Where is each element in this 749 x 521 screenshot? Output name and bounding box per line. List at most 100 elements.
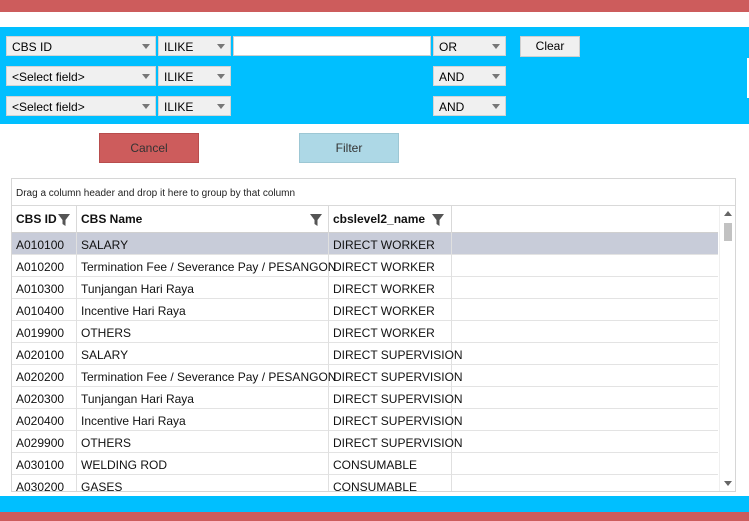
group-by-panel[interactable]: Drag a column header and drop it here to… — [12, 179, 735, 206]
table-cell: A010400 — [12, 299, 77, 321]
table-cell-text: A020400 — [16, 414, 65, 428]
table-cell-text: A010200 — [16, 260, 65, 274]
column-header-cbs-name[interactable]: CBS Name — [77, 206, 329, 233]
table-cell: Termination Fee / Severance Pay / PESANG… — [77, 255, 336, 277]
table-cell-text: A010300 — [16, 282, 65, 296]
logic-select-2-value: AND — [439, 70, 465, 84]
table-cell: Tunjangan Hari Raya — [77, 387, 329, 409]
chevron-down-icon — [142, 74, 150, 79]
table-cell-text: A020100 — [16, 348, 65, 362]
table-cell-text: A020200 — [16, 370, 65, 384]
clear-button[interactable]: Clear — [520, 36, 580, 57]
operator-select-3-value: ILIKE — [164, 100, 194, 114]
table-cell-text: OTHERS — [81, 436, 132, 450]
table-row[interactable]: A010400 Incentive Hari Raya DIRECT WORKER — [12, 299, 718, 321]
table-cell: A019900 — [12, 321, 77, 343]
scroll-thumb[interactable] — [724, 223, 732, 241]
operator-select-1[interactable]: ILIKE — [158, 36, 231, 56]
table-cell-text: A030100 — [16, 458, 65, 472]
grid-header-row: CBS ID CBS Name cbslevel2_name — [12, 206, 718, 233]
column-header-cbs-id[interactable]: CBS ID — [12, 206, 77, 233]
table-cell: A020100 — [12, 343, 77, 365]
operator-select-2[interactable]: ILIKE — [158, 66, 231, 86]
table-cell-text: CONSUMABLE — [333, 458, 418, 472]
table-cell: DIRECT SUPERVISION — [329, 409, 463, 431]
table-cell-text: A019900 — [16, 326, 65, 340]
filter-button[interactable]: Filter — [299, 133, 399, 163]
table-cell: DIRECT SUPERVISION — [329, 365, 463, 387]
funnel-icon[interactable] — [310, 214, 322, 226]
logic-select-2[interactable]: AND — [433, 66, 506, 86]
table-cell-text: OTHERS — [81, 326, 132, 340]
table-cell-text: Tunjangan Hari Raya — [81, 282, 194, 296]
table-row[interactable]: A010200 Termination Fee / Severance Pay /… — [12, 255, 718, 277]
table-cell: Incentive Hari Raya — [77, 409, 329, 431]
table-cell-text: DIRECT SUPERVISION — [333, 436, 463, 450]
table-row[interactable]: A020400 Incentive Hari Raya DIRECT SUPERVI… — [12, 409, 718, 431]
logic-select-1[interactable]: OR — [433, 36, 506, 56]
table-row[interactable]: A020200 Termination Fee / Severance Pay /… — [12, 365, 718, 387]
table-cell: SALARY — [77, 343, 329, 365]
table-row[interactable]: A029900 OTHERS DIRECT SUPERVISION — [12, 431, 718, 453]
table-row[interactable]: A010100 SALARY DIRECT WORKER — [12, 233, 718, 255]
chevron-down-icon — [217, 74, 225, 79]
table-cell-text: A030200 — [16, 480, 65, 492]
operator-select-1-value: ILIKE — [164, 40, 194, 54]
table-cell: DIRECT WORKER — [329, 321, 452, 343]
table-cell-text: DIRECT WORKER — [333, 282, 435, 296]
table-cell-text: Termination Fee / Severance Pay / PESANG… — [81, 370, 337, 384]
table-cell-text: CONSUMABLE — [333, 480, 418, 492]
table-cell: DIRECT WORKER — [329, 255, 452, 277]
cancel-button[interactable]: Cancel — [99, 133, 199, 163]
chevron-down-icon — [492, 74, 500, 79]
scroll-up-arrow-icon[interactable] — [724, 211, 732, 216]
chevron-down-icon — [217, 44, 225, 49]
field-select-2-value: <Select field> — [12, 70, 85, 84]
table-row[interactable]: A019900 OTHERS DIRECT WORKER — [12, 321, 718, 343]
table-cell: DIRECT SUPERVISION — [329, 387, 463, 409]
table-cell: A029900 — [12, 431, 77, 453]
table-cell-text: GASES — [81, 480, 123, 492]
table-cell-text: DIRECT WORKER — [333, 260, 435, 274]
table-cell-text: DIRECT SUPERVISION — [333, 348, 463, 362]
table-cell-text: SALARY — [81, 348, 129, 362]
table-cell-text: DIRECT SUPERVISION — [333, 392, 463, 406]
group-by-hint: Drag a column header and drop it here to… — [16, 188, 296, 199]
column-header-cbslevel2-name[interactable]: cbslevel2_name — [329, 206, 452, 233]
table-cell: CONSUMABLE — [329, 475, 452, 492]
table-row[interactable]: A030200 GASES CONSUMABLE — [12, 475, 718, 492]
table-cell-text: WELDING ROD — [81, 458, 168, 472]
table-cell: Termination Fee / Severance Pay / PESANG… — [77, 365, 336, 387]
table-row[interactable]: A030100 WELDING ROD CONSUMABLE — [12, 453, 718, 475]
table-cell: A010200 — [12, 255, 77, 277]
funnel-icon[interactable] — [432, 214, 444, 226]
scroll-down-arrow-icon[interactable] — [724, 481, 732, 486]
field-select-2[interactable]: <Select field> — [6, 66, 156, 86]
chevron-down-icon — [142, 44, 150, 49]
table-cell: DIRECT SUPERVISION — [329, 431, 463, 453]
field-select-1[interactable]: CBS ID — [6, 36, 156, 56]
logic-select-3[interactable]: AND — [433, 96, 506, 116]
table-cell-text: DIRECT WORKER — [333, 304, 435, 318]
grid-body: A010100 SALARY DIRECT WORKER A010200 Termina… — [12, 233, 718, 492]
top-accent-bar — [0, 0, 749, 12]
filter-value-input-1[interactable] — [233, 36, 431, 56]
logic-select-3-value: AND — [439, 100, 465, 114]
table-cell: DIRECT WORKER — [329, 299, 452, 321]
table-cell: A030100 — [12, 453, 77, 475]
chevron-down-icon — [217, 104, 225, 109]
table-cell: DIRECT WORKER — [329, 277, 452, 299]
table-cell: OTHERS — [77, 431, 329, 453]
field-select-3[interactable]: <Select field> — [6, 96, 156, 116]
table-cell: A010300 — [12, 277, 77, 299]
table-cell: DIRECT WORKER — [329, 233, 452, 255]
vertical-scrollbar[interactable] — [719, 206, 735, 491]
table-cell-text: SALARY — [81, 238, 129, 252]
funnel-icon[interactable] — [58, 214, 70, 226]
table-row[interactable]: A020300 Tunjangan Hari Raya DIRECT SUPERVI… — [12, 387, 718, 409]
table-row[interactable]: A010300 Tunjangan Hari Raya DIRECT WORKER — [12, 277, 718, 299]
operator-select-3[interactable]: ILIKE — [158, 96, 231, 116]
chevron-down-icon — [142, 104, 150, 109]
table-cell: DIRECT SUPERVISION — [329, 343, 463, 365]
table-row[interactable]: A020100 SALARY DIRECT SUPERVISION — [12, 343, 718, 365]
